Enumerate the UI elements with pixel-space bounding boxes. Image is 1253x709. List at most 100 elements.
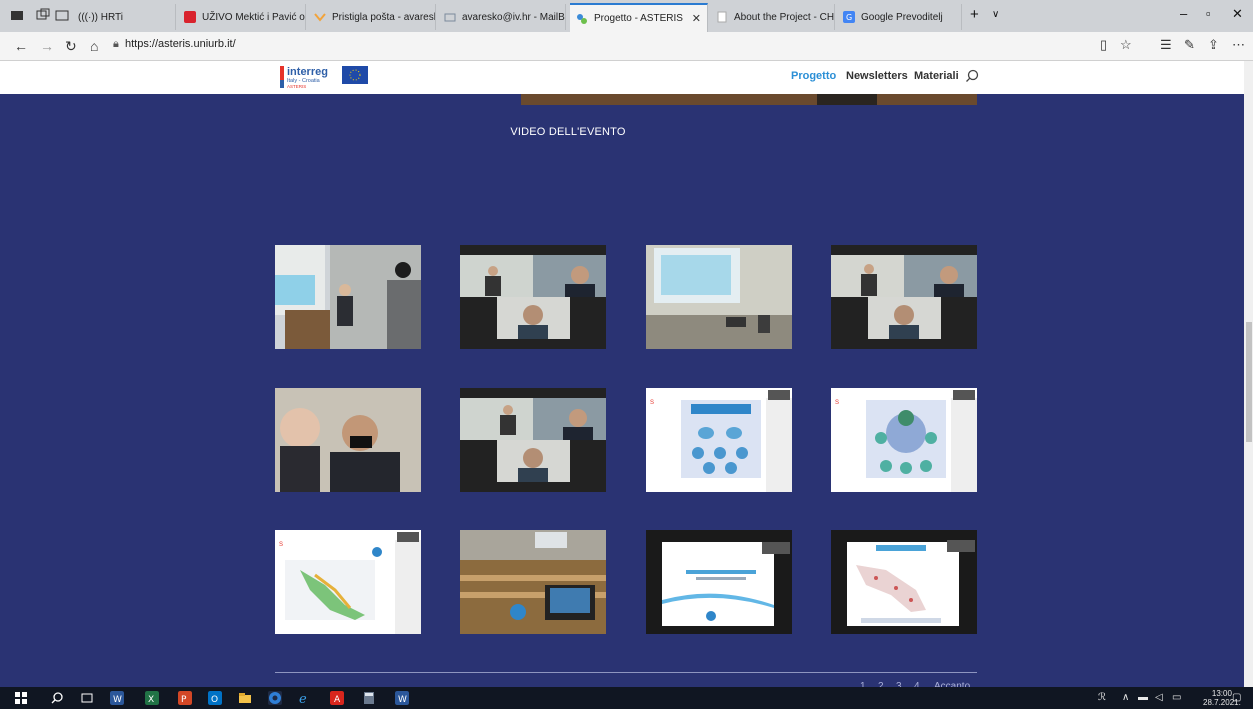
minimize-button[interactable]: – [1180, 6, 1187, 21]
tab-hrti[interactable]: (((·)) HRTi [72, 4, 176, 30]
tab-progetto-asteris[interactable]: Progetto - ASTERIS ✕ [570, 3, 708, 32]
windows-start-icon[interactable] [14, 691, 28, 705]
home-icon[interactable]: ⌂ [90, 38, 98, 54]
thumbnail-image [646, 530, 792, 634]
svg-text:e: e [299, 692, 307, 705]
nav-progetto[interactable]: Progetto [791, 70, 836, 82]
calculator-icon[interactable] [362, 691, 376, 705]
tab-uzivo[interactable]: UŽIVO Mektić i Pavić osigur [178, 4, 306, 30]
mailbox-favicon-icon [444, 13, 456, 22]
network-icon[interactable]: ▬ [1138, 692, 1148, 703]
tab-pristigla-posta[interactable]: Pristigla pošta - avaresko@i [308, 4, 436, 30]
svg-text:X: X [148, 695, 154, 705]
acrobat-icon[interactable]: A [330, 691, 344, 705]
svg-text:A: A [334, 695, 341, 705]
close-tab-icon[interactable]: ✕ [686, 12, 701, 25]
restore-button[interactable]: ▫ [1206, 6, 1211, 21]
video-thumbnail[interactable] [275, 388, 421, 492]
tab-label: UŽIVO Mektić i Pavić osigur [202, 11, 305, 23]
video-thumbnail[interactable] [460, 530, 606, 634]
tab-label: avaresko@iv.hr - MailBox - I [462, 11, 565, 23]
svg-text:P: P [181, 695, 187, 705]
site-header: interreg Italy - Croatia ASTERIS Progett… [0, 61, 1253, 94]
tab-preview-icon[interactable] [36, 8, 50, 22]
volume-icon[interactable]: ◁ [1155, 692, 1163, 703]
svg-text:S: S [835, 400, 839, 406]
tab-google-prevoditelj[interactable]: G Google Prevoditelj [837, 4, 962, 30]
action-center-icon[interactable]: ▢ [1232, 692, 1241, 703]
video-thumbnail[interactable] [275, 245, 421, 349]
thumbnail-image [831, 245, 977, 349]
input-indicator-icon[interactable]: ▭ [1172, 692, 1181, 703]
logo-project-name: ASTERIS [287, 84, 306, 89]
tab-label: (((·)) HRTi [78, 11, 123, 23]
favorites-list-icon[interactable]: ☰ [1160, 37, 1172, 53]
logo-text: interreg [287, 66, 328, 78]
thumbnail-image: S [646, 388, 792, 492]
mail-favicon-icon [314, 13, 326, 22]
video-thumbnail[interactable] [460, 388, 606, 492]
back-icon[interactable]: ← [14, 38, 28, 54]
svg-text:O: O [211, 695, 218, 705]
thumbnail-image [460, 388, 606, 492]
video-thumbnail[interactable] [646, 245, 792, 349]
window-icon[interactable] [10, 8, 24, 22]
more-menu-icon[interactable]: ⋯ [1232, 37, 1245, 53]
page-scrollbar-thumb[interactable] [1246, 322, 1252, 442]
video-thumbnail[interactable] [831, 530, 977, 634]
forward-icon[interactable]: → [40, 38, 54, 54]
thumbnail-image [460, 530, 606, 634]
show-hidden-icons-chevron-icon[interactable]: ∧ [1122, 692, 1129, 703]
video-thumbnail[interactable]: S [831, 388, 977, 492]
tabs-aside-icon[interactable] [55, 8, 69, 22]
close-window-button[interactable]: ✕ [1232, 6, 1243, 22]
excel-icon[interactable]: X [145, 691, 159, 705]
address-bar: ← → ↻ ⌂ 🔒︎ https://asteris.uniurb.it/ ▯ … [0, 32, 1253, 61]
task-view-icon[interactable] [80, 691, 94, 705]
tab-mailbox[interactable]: avaresko@iv.hr - MailBox - I [438, 4, 566, 30]
browser-tab-bar: (((·)) HRTi UŽIVO Mektić i Pavić osigur … [0, 0, 1253, 32]
translate-favicon-icon: G [843, 11, 855, 23]
thumbnail-image [460, 245, 606, 349]
url-field[interactable]: https://asteris.uniurb.it/ [125, 38, 236, 50]
share-icon[interactable]: ⇪ [1208, 37, 1219, 53]
nav-materiali[interactable]: Materiali [914, 70, 959, 82]
favorite-star-icon[interactable]: ☆ [1120, 37, 1132, 53]
tab-chargi[interactable]: About the Project - CHARGI [710, 4, 835, 30]
nav-newsletters[interactable]: Newsletters [846, 70, 908, 82]
lock-icon: 🔒︎ [113, 38, 119, 50]
file-explorer-icon[interactable] [238, 691, 252, 705]
word-icon[interactable]: W [110, 691, 124, 705]
outlook-icon[interactable]: O [208, 691, 222, 705]
notes-pen-icon[interactable]: ✎ [1184, 37, 1195, 53]
search-icon[interactable] [965, 69, 979, 83]
refresh-icon[interactable]: ↻ [65, 38, 77, 55]
video-thumbnail[interactable] [460, 245, 606, 349]
interreg-logo[interactable]: interreg Italy - Croatia ASTERIS [280, 64, 370, 92]
video-thumbnail[interactable]: S [646, 388, 792, 492]
video-thumbnail[interactable] [646, 530, 792, 634]
asteris-favicon-icon [577, 13, 587, 24]
svg-text:W: W [113, 695, 122, 705]
new-tab-button[interactable]: + [970, 6, 979, 23]
search-icon[interactable] [50, 691, 64, 705]
thumbnail-image: S [831, 388, 977, 492]
thumbnail-image [275, 245, 421, 349]
tab-label: Progetto - ASTERIS [594, 13, 683, 24]
tab-menu-chevron-icon[interactable]: ∨ [992, 9, 999, 20]
edge-icon[interactable] [268, 691, 282, 705]
thumbnail-image [831, 530, 977, 634]
svg-text:S: S [279, 542, 283, 548]
people-icon[interactable]: ℛ [1098, 692, 1106, 703]
tab-label: About the Project - CHARGI [734, 11, 835, 23]
word-document-icon[interactable]: W [395, 691, 409, 705]
section-title: VIDEO DELL'EVENTO [510, 126, 626, 138]
content-divider [275, 672, 977, 673]
reading-view-icon[interactable]: ▯ [1100, 37, 1107, 53]
tab-label: Google Prevoditelj [861, 11, 943, 23]
video-thumbnail[interactable]: S [275, 530, 421, 634]
video-thumbnail[interactable] [831, 245, 977, 349]
event-photo-bottom-edge [521, 94, 977, 105]
powerpoint-icon[interactable]: P [178, 691, 192, 705]
internet-explorer-icon[interactable]: e [298, 691, 312, 705]
